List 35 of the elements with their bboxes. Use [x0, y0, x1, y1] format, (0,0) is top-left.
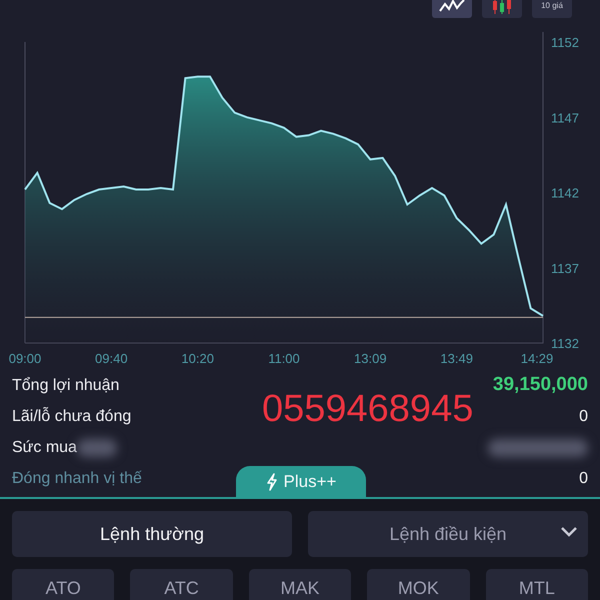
- order-button[interactable]: MTL: [486, 569, 588, 600]
- y-tick-label: 1147: [551, 110, 579, 126]
- x-tick-label: 13:09: [354, 351, 387, 366]
- overlay-phone-number: 0559468945: [262, 390, 474, 428]
- x-tick-label: 14:29: [520, 351, 554, 366]
- order-button[interactable]: ATC: [130, 569, 233, 600]
- x-tick-label: 11:00: [268, 351, 300, 366]
- x-tick-label: 13:49: [440, 351, 473, 366]
- blurred-value: [76, 438, 117, 456]
- y-tick-label: 1137: [551, 260, 579, 276]
- summary-label: Sức mua: [12, 438, 77, 458]
- y-tick-label: 1152: [551, 35, 579, 50]
- y-tick-label: 1132: [551, 336, 579, 351]
- order-button[interactable]: MOK: [367, 569, 470, 600]
- lightning-icon: [266, 472, 278, 490]
- plus-tab[interactable]: Plus++: [236, 466, 366, 497]
- order-type-tab[interactable]: Lệnh thường: [12, 511, 292, 557]
- x-tick-label: 10:20: [181, 351, 214, 366]
- candlestick-icon: [490, 0, 514, 14]
- close-positions-link[interactable]: Đóng nhanh vị thế: [12, 466, 142, 490]
- price-levels-button[interactable]: 10 giá: [532, 0, 572, 18]
- x-tick-label: 09:00: [8, 351, 42, 366]
- x-tick-label: 09:40: [95, 351, 128, 366]
- line-chart-icon: [439, 0, 465, 13]
- summary-value: 0: [579, 406, 588, 426]
- order-type-tab[interactable]: Lệnh điều kiện: [308, 511, 588, 557]
- summary-label: Lãi/lỗ chưa đóng: [12, 406, 132, 426]
- order-button[interactable]: ATO: [12, 569, 114, 600]
- candlestick-button[interactable]: [482, 0, 522, 18]
- order-button[interactable]: MAK: [248, 569, 352, 600]
- summary-value: 39,150,000: [492, 373, 588, 398]
- line-chart-button[interactable]: [432, 0, 472, 18]
- summary-label: Tổng lợi nhuận: [12, 376, 120, 396]
- summary-value: 0: [579, 468, 588, 488]
- y-tick-label: 1142: [551, 186, 579, 200]
